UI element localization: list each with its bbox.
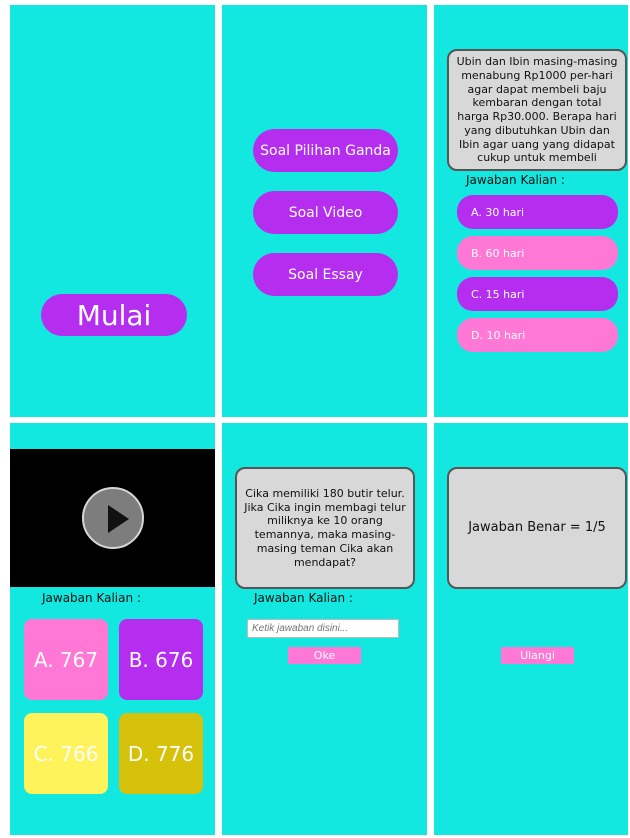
answer-tile-b[interactable]: B. 676	[119, 619, 203, 700]
answer-tile-c[interactable]: C. 766	[24, 713, 108, 794]
question-box: Cika memiliki 180 butir telur. Jika Cika…	[235, 467, 415, 589]
answer-tile-d[interactable]: D. 776	[119, 713, 203, 794]
retry-button[interactable]: Ulangi	[501, 647, 574, 664]
start-button[interactable]: Mulai	[41, 294, 187, 336]
essay-question-button[interactable]: Soal Essay	[253, 253, 398, 296]
option-a[interactable]: A. 30 hari	[457, 195, 618, 229]
screen-video-question: Jawaban Kalian : A. 767 B. 676 C. 766 D.…	[10, 423, 215, 835]
answer-tile-a[interactable]: A. 767	[24, 619, 108, 700]
option-c[interactable]: C. 15 hari	[457, 277, 618, 311]
screen-start: Mulai	[10, 5, 215, 417]
question-text: Cika memiliki 180 butir telur. Jika Cika…	[244, 486, 406, 569]
option-b[interactable]: B. 60 hari	[457, 236, 618, 270]
answer-label: Jawaban Kalian :	[466, 173, 565, 187]
multiple-choice-button[interactable]: Soal Pilihan Ganda	[253, 129, 398, 172]
question-text: Ubin dan Ibin masing-masing menabung Rp1…	[456, 55, 618, 165]
answer-label: Jawaban Kalian :	[254, 591, 353, 605]
result-box: Jawaban Benar = 1/5	[447, 467, 627, 589]
screen-essay: Cika memiliki 180 butir telur. Jika Cika…	[222, 423, 427, 835]
video-question-button[interactable]: Soal Video	[253, 191, 398, 234]
screen-result: Jawaban Benar = 1/5 Ulangi	[434, 423, 628, 835]
screen-multiple-choice: Ubin dan Ibin masing-masing menabung Rp1…	[434, 5, 628, 417]
answer-label: Jawaban Kalian :	[42, 591, 141, 605]
result-text: Jawaban Benar = 1/5	[468, 519, 606, 535]
question-box: Ubin dan Ibin masing-masing menabung Rp1…	[447, 49, 627, 171]
answer-input[interactable]	[247, 619, 399, 638]
screen-menu: Soal Pilihan Ganda Soal Video Soal Essay	[222, 5, 427, 417]
play-icon[interactable]	[82, 487, 144, 549]
ok-button[interactable]: Oke	[288, 647, 361, 664]
option-d[interactable]: D. 10 hari	[457, 318, 618, 352]
